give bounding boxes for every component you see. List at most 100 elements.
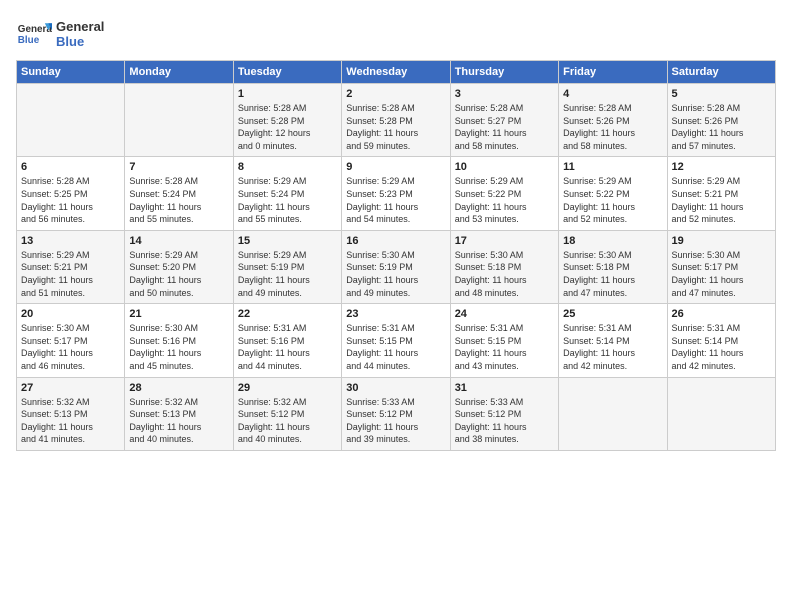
day-info: Sunrise: 5:30 AM Sunset: 5:19 PM Dayligh… xyxy=(346,249,445,299)
day-info: Sunrise: 5:29 AM Sunset: 5:21 PM Dayligh… xyxy=(21,249,120,299)
day-info: Sunrise: 5:33 AM Sunset: 5:12 PM Dayligh… xyxy=(346,396,445,446)
calendar-cell: 16 Sunrise: 5:30 AM Sunset: 5:19 PM Dayli… xyxy=(342,230,450,303)
week-row-4: 20 Sunrise: 5:30 AM Sunset: 5:17 PM Dayli… xyxy=(17,304,776,377)
calendar-cell: 19 Sunrise: 5:30 AM Sunset: 5:17 PM Dayli… xyxy=(667,230,775,303)
calendar-cell: 2 Sunrise: 5:28 AM Sunset: 5:28 PM Daylig… xyxy=(342,84,450,157)
calendar-cell: 5 Sunrise: 5:28 AM Sunset: 5:26 PM Daylig… xyxy=(667,84,775,157)
calendar-cell: 31 Sunrise: 5:33 AM Sunset: 5:12 PM Dayli… xyxy=(450,377,558,450)
calendar-cell xyxy=(125,84,233,157)
day-info: Sunrise: 5:29 AM Sunset: 5:22 PM Dayligh… xyxy=(455,175,554,225)
day-number: 31 xyxy=(455,382,554,394)
week-row-3: 13 Sunrise: 5:29 AM Sunset: 5:21 PM Dayli… xyxy=(17,230,776,303)
week-row-5: 27 Sunrise: 5:32 AM Sunset: 5:13 PM Dayli… xyxy=(17,377,776,450)
day-number: 11 xyxy=(563,161,662,173)
day-info: Sunrise: 5:30 AM Sunset: 5:17 PM Dayligh… xyxy=(672,249,771,299)
day-number: 2 xyxy=(346,88,445,100)
week-row-1: 1 Sunrise: 5:28 AM Sunset: 5:28 PM Daylig… xyxy=(17,84,776,157)
day-number: 3 xyxy=(455,88,554,100)
logo-text-line2: Blue xyxy=(56,34,104,49)
day-info: Sunrise: 5:29 AM Sunset: 5:23 PM Dayligh… xyxy=(346,175,445,225)
weekday-header-saturday: Saturday xyxy=(667,61,775,84)
day-number: 7 xyxy=(129,161,228,173)
day-info: Sunrise: 5:30 AM Sunset: 5:18 PM Dayligh… xyxy=(563,249,662,299)
week-row-2: 6 Sunrise: 5:28 AM Sunset: 5:25 PM Daylig… xyxy=(17,157,776,230)
day-info: Sunrise: 5:33 AM Sunset: 5:12 PM Dayligh… xyxy=(455,396,554,446)
day-number: 22 xyxy=(238,308,337,320)
day-info: Sunrise: 5:29 AM Sunset: 5:24 PM Dayligh… xyxy=(238,175,337,225)
calendar-cell: 12 Sunrise: 5:29 AM Sunset: 5:21 PM Dayli… xyxy=(667,157,775,230)
calendar-cell: 9 Sunrise: 5:29 AM Sunset: 5:23 PM Daylig… xyxy=(342,157,450,230)
day-info: Sunrise: 5:30 AM Sunset: 5:17 PM Dayligh… xyxy=(21,322,120,372)
calendar-cell: 21 Sunrise: 5:30 AM Sunset: 5:16 PM Dayli… xyxy=(125,304,233,377)
day-number: 28 xyxy=(129,382,228,394)
logo-icon: General Blue xyxy=(16,16,52,52)
calendar-cell: 28 Sunrise: 5:32 AM Sunset: 5:13 PM Dayli… xyxy=(125,377,233,450)
svg-text:Blue: Blue xyxy=(18,35,40,46)
day-number: 18 xyxy=(563,235,662,247)
day-number: 19 xyxy=(672,235,771,247)
day-info: Sunrise: 5:28 AM Sunset: 5:26 PM Dayligh… xyxy=(672,102,771,152)
weekday-header-row: SundayMondayTuesdayWednesdayThursdayFrid… xyxy=(17,61,776,84)
day-info: Sunrise: 5:29 AM Sunset: 5:20 PM Dayligh… xyxy=(129,249,228,299)
calendar-cell: 1 Sunrise: 5:28 AM Sunset: 5:28 PM Daylig… xyxy=(233,84,341,157)
day-number: 21 xyxy=(129,308,228,320)
calendar-cell: 24Sunrise: 5:31 AM Sunset: 5:15 PM Dayli… xyxy=(450,304,558,377)
weekday-header-tuesday: Tuesday xyxy=(233,61,341,84)
calendar-cell: 22 Sunrise: 5:31 AM Sunset: 5:16 PM Dayli… xyxy=(233,304,341,377)
day-info: Sunrise: 5:28 AM Sunset: 5:28 PM Dayligh… xyxy=(238,102,337,152)
day-number: 16 xyxy=(346,235,445,247)
calendar-cell: 26 Sunrise: 5:31 AM Sunset: 5:14 PM Dayli… xyxy=(667,304,775,377)
day-info: Sunrise: 5:29 AM Sunset: 5:21 PM Dayligh… xyxy=(672,175,771,225)
day-number: 6 xyxy=(21,161,120,173)
day-info: Sunrise: 5:31 AM Sunset: 5:14 PM Dayligh… xyxy=(672,322,771,372)
day-number: 29 xyxy=(238,382,337,394)
calendar-cell: 17 Sunrise: 5:30 AM Sunset: 5:18 PM Dayli… xyxy=(450,230,558,303)
day-number: 13 xyxy=(21,235,120,247)
calendar-cell: 29 Sunrise: 5:32 AM Sunset: 5:12 PM Dayli… xyxy=(233,377,341,450)
calendar-cell xyxy=(17,84,125,157)
day-number: 8 xyxy=(238,161,337,173)
day-number: 9 xyxy=(346,161,445,173)
day-number: 14 xyxy=(129,235,228,247)
day-info: Sunrise: 5:30 AM Sunset: 5:16 PM Dayligh… xyxy=(129,322,228,372)
day-info: Sunrise: 5:29 AM Sunset: 5:19 PM Dayligh… xyxy=(238,249,337,299)
day-info: Sunrise: 5:28 AM Sunset: 5:28 PM Dayligh… xyxy=(346,102,445,152)
day-number: 24 xyxy=(455,308,554,320)
day-number: 25 xyxy=(563,308,662,320)
calendar-cell xyxy=(559,377,667,450)
day-number: 17 xyxy=(455,235,554,247)
calendar-cell: 11Sunrise: 5:29 AM Sunset: 5:22 PM Dayli… xyxy=(559,157,667,230)
day-info: Sunrise: 5:31 AM Sunset: 5:16 PM Dayligh… xyxy=(238,322,337,372)
day-info: Sunrise: 5:28 AM Sunset: 5:25 PM Dayligh… xyxy=(21,175,120,225)
day-info: Sunrise: 5:31 AM Sunset: 5:15 PM Dayligh… xyxy=(346,322,445,372)
day-info: Sunrise: 5:28 AM Sunset: 5:26 PM Dayligh… xyxy=(563,102,662,152)
day-number: 4 xyxy=(563,88,662,100)
day-info: Sunrise: 5:32 AM Sunset: 5:12 PM Dayligh… xyxy=(238,396,337,446)
calendar-cell: 30 Sunrise: 5:33 AM Sunset: 5:12 PM Dayli… xyxy=(342,377,450,450)
day-info: Sunrise: 5:32 AM Sunset: 5:13 PM Dayligh… xyxy=(21,396,120,446)
calendar-cell: 20 Sunrise: 5:30 AM Sunset: 5:17 PM Dayli… xyxy=(17,304,125,377)
day-info: Sunrise: 5:28 AM Sunset: 5:24 PM Dayligh… xyxy=(129,175,228,225)
day-number: 30 xyxy=(346,382,445,394)
day-number: 12 xyxy=(672,161,771,173)
day-number: 10 xyxy=(455,161,554,173)
day-number: 15 xyxy=(238,235,337,247)
calendar-cell: 3 Sunrise: 5:28 AM Sunset: 5:27 PM Daylig… xyxy=(450,84,558,157)
day-info: Sunrise: 5:31 AM Sunset: 5:14 PM Dayligh… xyxy=(563,322,662,372)
calendar-cell: 23Sunrise: 5:31 AM Sunset: 5:15 PM Dayli… xyxy=(342,304,450,377)
calendar-table: SundayMondayTuesdayWednesdayThursdayFrid… xyxy=(16,60,776,451)
day-number: 26 xyxy=(672,308,771,320)
weekday-header-thursday: Thursday xyxy=(450,61,558,84)
day-number: 20 xyxy=(21,308,120,320)
calendar-cell: 6 Sunrise: 5:28 AM Sunset: 5:25 PM Daylig… xyxy=(17,157,125,230)
calendar-cell: 13 Sunrise: 5:29 AM Sunset: 5:21 PM Dayli… xyxy=(17,230,125,303)
calendar-cell: 27 Sunrise: 5:32 AM Sunset: 5:13 PM Dayli… xyxy=(17,377,125,450)
day-info: Sunrise: 5:28 AM Sunset: 5:27 PM Dayligh… xyxy=(455,102,554,152)
calendar-cell: 18 Sunrise: 5:30 AM Sunset: 5:18 PM Dayli… xyxy=(559,230,667,303)
day-number: 1 xyxy=(238,88,337,100)
day-number: 27 xyxy=(21,382,120,394)
day-info: Sunrise: 5:30 AM Sunset: 5:18 PM Dayligh… xyxy=(455,249,554,299)
day-info: Sunrise: 5:32 AM Sunset: 5:13 PM Dayligh… xyxy=(129,396,228,446)
day-number: 5 xyxy=(672,88,771,100)
calendar-cell: 7 Sunrise: 5:28 AM Sunset: 5:24 PM Daylig… xyxy=(125,157,233,230)
